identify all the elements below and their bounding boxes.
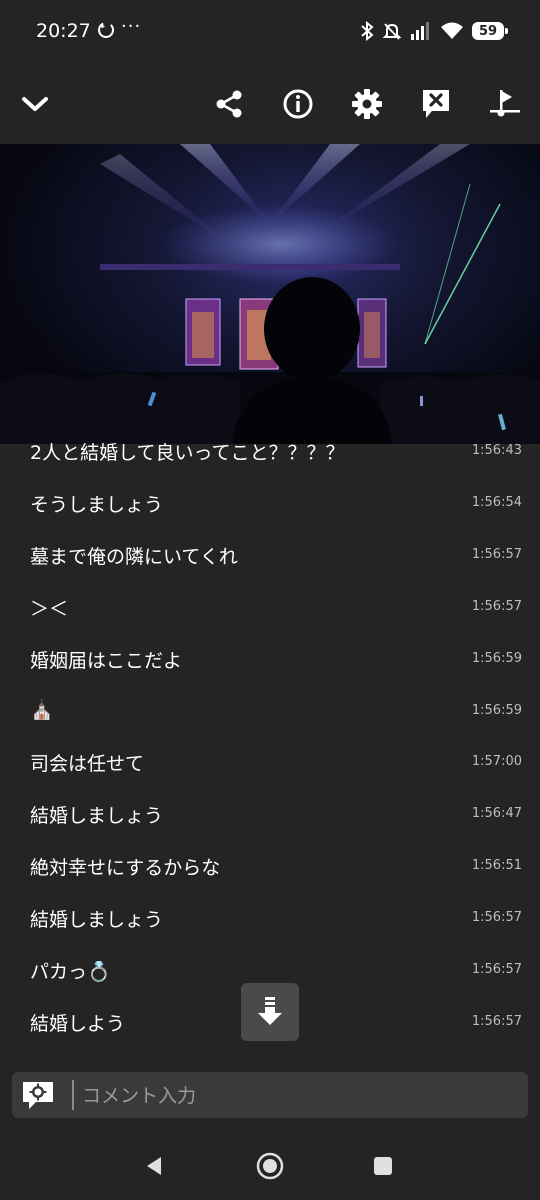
status-icons: 59	[360, 20, 508, 42]
comment-list[interactable]: 2人と結婚して良いってこと？？？？ 1:56:43 そうしましょう 1:56:54 墓ま…	[0, 428, 540, 1060]
comment-row[interactable]: 結婚しましょう 1:56:47	[0, 789, 540, 841]
battery-indicator: 59	[472, 22, 508, 40]
back-button[interactable]	[138, 1150, 170, 1182]
comment-text: 結婚しましょう	[30, 805, 164, 828]
recents-square-icon	[374, 1157, 392, 1175]
comment-timestamp: 1:56:57	[471, 962, 522, 977]
cell-signal-icon	[411, 22, 429, 40]
comment-timestamp: 1:57:00	[471, 754, 522, 770]
comment-settings-icon[interactable]	[22, 1080, 54, 1110]
comment-text: 婚姻届はここだよ	[30, 649, 183, 672]
navigation-bar	[0, 1130, 540, 1200]
player-toolbar	[0, 64, 540, 144]
share-icon	[216, 90, 242, 118]
recents-button[interactable]	[367, 1150, 399, 1182]
comment-row[interactable]: 結婚しましょう 1:56:57	[0, 893, 540, 945]
comment-row[interactable]: 絶対幸せにするからな 1:56:51	[0, 841, 540, 893]
comment-row[interactable]: 婚姻届はここだよ 1:56:59	[0, 634, 540, 686]
comment-timestamp: 1:56:59	[471, 650, 522, 666]
close-comments-button[interactable]	[416, 84, 456, 124]
comment-text: パカっ💍	[30, 961, 111, 983]
comment-row[interactable]: 司会は任せて 1:57:00	[0, 737, 540, 789]
video-player[interactable]	[0, 144, 540, 444]
input-divider	[72, 1080, 74, 1110]
bluetooth-icon	[361, 21, 374, 41]
info-button[interactable]	[278, 84, 318, 124]
comment-timestamp: 1:56:59	[471, 702, 522, 718]
comment-timestamp: 1:56:54	[471, 494, 522, 510]
comment-row[interactable]: そうしましょう 1:56:54	[0, 478, 540, 530]
comment-text: 結婚しよう	[30, 1012, 126, 1035]
share-button[interactable]	[209, 84, 249, 124]
status-bar: 20:27 ··· 59	[0, 0, 540, 64]
comment-row[interactable]: 2人と結婚して良いってこと？？？？ 1:56:43	[0, 428, 540, 478]
comment-timestamp: 1:56:57	[471, 910, 522, 926]
comment-row[interactable]: ＞＜ 1:56:57	[0, 582, 540, 634]
concert-video-frame	[0, 144, 540, 444]
playlist-button[interactable]	[485, 84, 525, 124]
wifi-icon	[441, 22, 463, 39]
chevron-down-icon	[22, 97, 48, 111]
info-icon	[283, 89, 313, 119]
comment-row[interactable]: 墓まで俺の隣にいてくれ 1:56:57	[0, 530, 540, 582]
home-circle-icon	[256, 1152, 284, 1180]
comment-timestamp: 1:56:57	[471, 1013, 522, 1029]
close-comments-icon	[423, 90, 449, 118]
comment-input-bar	[12, 1072, 528, 1120]
comment-text: 絶対幸せにするからな	[30, 857, 221, 880]
comment-timestamp: 1:56:43	[471, 443, 522, 458]
comment-text: 結婚しましょう	[30, 909, 164, 932]
mute-icon	[382, 23, 402, 40]
settings-icon	[352, 89, 382, 119]
scroll-to-bottom-button[interactable]	[241, 983, 299, 1041]
arrow-down-to-line-icon	[258, 997, 282, 1025]
sync-icon	[98, 22, 114, 38]
comment-text: 2人と結婚して良いってこと？？？？	[30, 442, 345, 464]
comment-text: 司会は任せて	[30, 753, 145, 776]
status-more: ···	[121, 16, 142, 37]
back-triangle-icon	[147, 1157, 161, 1175]
comment-timestamp: 1:56:57	[471, 546, 522, 562]
collapse-button[interactable]	[15, 84, 55, 124]
status-time: 20:27	[36, 20, 91, 42]
comment-text: ＞＜	[30, 597, 69, 620]
home-button[interactable]	[254, 1150, 286, 1182]
comment-text: そうしましょう	[30, 493, 164, 516]
comment-timestamp: 1:56:47	[471, 806, 522, 822]
playlist-icon	[490, 90, 520, 117]
comment-row[interactable]: ⛪ 1:56:59	[0, 686, 540, 738]
comment-text: 墓まで俺の隣にいてくれ	[30, 545, 238, 568]
comment-timestamp: 1:56:51	[471, 858, 522, 874]
settings-button[interactable]	[347, 84, 387, 124]
comment-timestamp: 1:56:57	[471, 598, 522, 614]
comment-text: ⛪	[30, 698, 54, 721]
comment-input[interactable]	[80, 1072, 524, 1120]
